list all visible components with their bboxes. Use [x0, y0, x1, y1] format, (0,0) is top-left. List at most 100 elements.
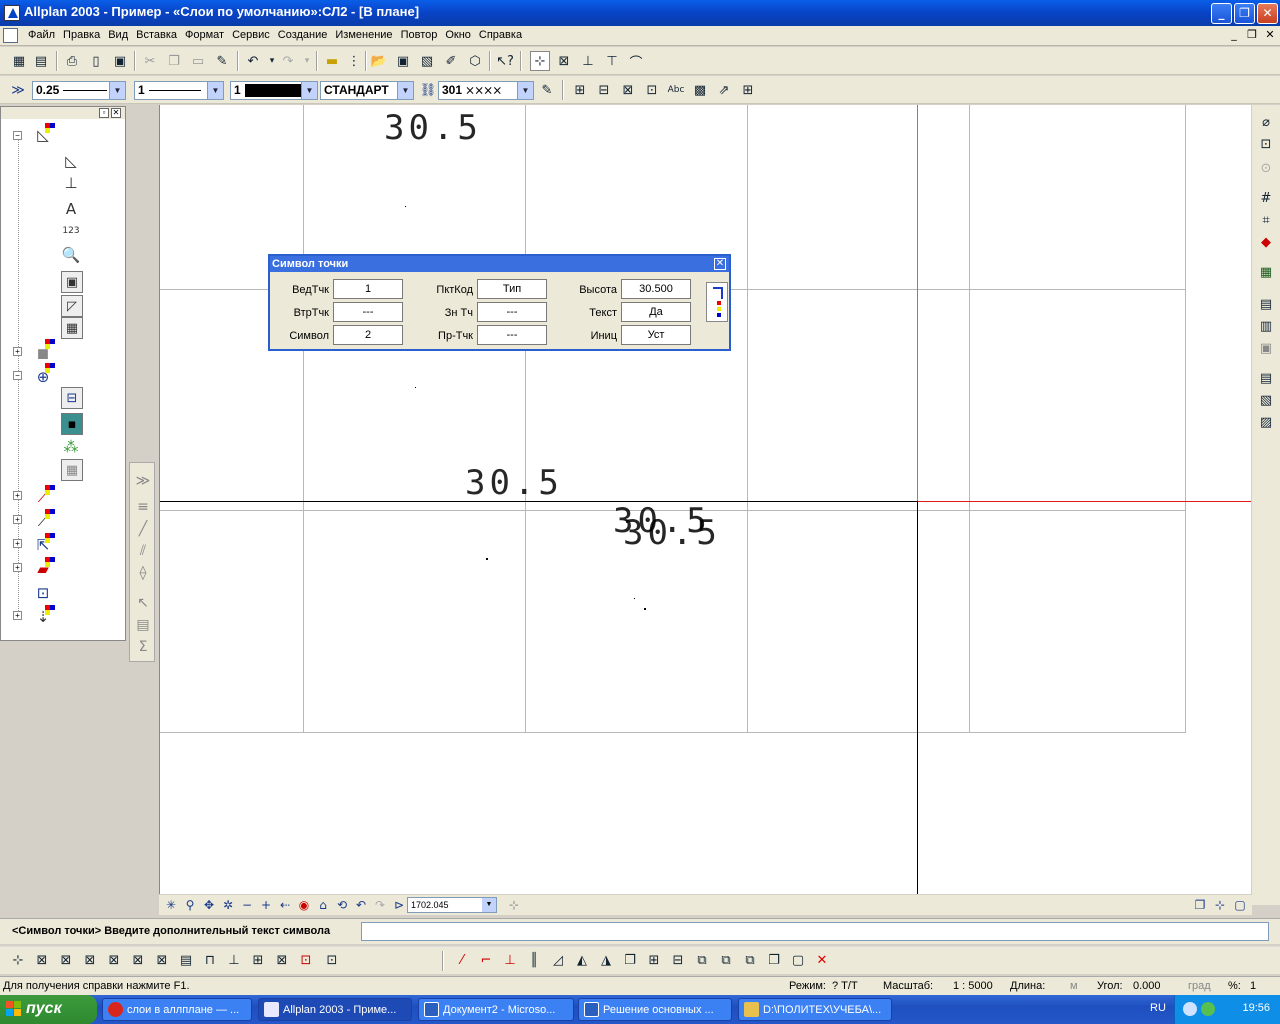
save-view-icon[interactable]: ⊳	[390, 896, 408, 914]
dialog-apply-button[interactable]	[706, 282, 728, 322]
redo-icon[interactable]: ↷	[278, 51, 298, 71]
grid-points-icon[interactable]: ⌗	[1256, 211, 1276, 231]
magnifier-icon[interactable]: 🔍	[61, 245, 81, 265]
dimension-delete-icon[interactable]: ⊞	[248, 951, 268, 971]
group-icon[interactable]: ⧉	[692, 951, 712, 971]
screen-icon[interactable]: ▣	[110, 51, 130, 71]
dialog-title[interactable]: Символ точки	[270, 256, 729, 272]
distort-tool-icon[interactable]: ⊠	[128, 951, 148, 971]
document-icon[interactable]	[3, 28, 18, 43]
text-edit-icon[interactable]: ▤	[176, 951, 196, 971]
network-icon[interactable]	[1201, 1002, 1215, 1016]
snap-toggle-icon[interactable]: ⌀	[1256, 113, 1276, 133]
help-pointer-icon[interactable]: ↖?	[495, 51, 515, 71]
text-icon[interactable]: A	[61, 199, 81, 219]
zoom-all-icon[interactable]: ✲	[219, 896, 237, 914]
plan-edit-icon[interactable]: ▧	[1256, 391, 1276, 411]
menu-edit[interactable]: Правка	[59, 26, 104, 46]
frame-module-icon[interactable]: ⊡	[33, 583, 53, 603]
doc-minimize-button[interactable]: _	[1226, 28, 1242, 42]
eraser-icon[interactable]: ◆	[1256, 233, 1276, 253]
format-painter-icon[interactable]: ✎	[212, 51, 232, 71]
link-icon[interactable]: ⛓	[418, 80, 438, 100]
tree-expand-toggle[interactable]: +	[13, 347, 22, 356]
menu-tools[interactable]: Сервис	[228, 26, 274, 46]
previous-view-icon[interactable]: ⇠	[276, 896, 294, 914]
rotate-tool-icon[interactable]: ⊠	[56, 951, 76, 971]
point-symbol-icon[interactable]: ▪	[61, 413, 83, 435]
menu-modify[interactable]: Изменение	[331, 26, 396, 46]
panel-float-button[interactable]: ▫	[99, 108, 109, 118]
diagonal-icon[interactable]: ◸	[61, 295, 83, 317]
prompt-input[interactable]	[361, 922, 1269, 941]
single-view-icon[interactable]: ▢	[1231, 896, 1249, 914]
point-sign-field[interactable]: ---	[477, 302, 547, 322]
menu-help[interactable]: Справка	[475, 26, 526, 46]
zoom-icon[interactable]: ⚲	[181, 896, 199, 914]
duplicate-icon[interactable]: ❐	[620, 951, 640, 971]
hatch-line-icon[interactable]: ⫽	[133, 541, 153, 561]
regenerate-icon[interactable]: ✳	[162, 896, 180, 914]
tree-expand-toggle[interactable]: +	[13, 515, 22, 524]
menu-create[interactable]: Создание	[274, 26, 332, 46]
divide-icon[interactable]: ║	[524, 951, 544, 971]
extend-icon[interactable]: ⌐	[476, 951, 496, 971]
hatch-icon[interactable]: ▩	[690, 80, 710, 100]
undo-view-icon[interactable]: ↶	[352, 896, 370, 914]
menu-window[interactable]: Окно	[441, 26, 475, 46]
snap-arc-icon[interactable]: ⌒	[626, 51, 646, 71]
move-tool-icon[interactable]: ⊹	[8, 951, 28, 971]
break-icon[interactable]: ⊥	[500, 951, 520, 971]
copy-tool-icon[interactable]: ⊠	[32, 951, 52, 971]
trim-icon[interactable]: ⁄	[452, 951, 472, 971]
ungroup-icon[interactable]: ⧉	[716, 951, 736, 971]
title-bar[interactable]: Allplan 2003 - Пример - «Слои по умолчан…	[0, 0, 1280, 26]
flip-icon[interactable]: ◮	[596, 951, 616, 971]
lead-point-field[interactable]: 1	[333, 279, 403, 299]
window-cascade-icon[interactable]: ❐	[1191, 896, 1209, 914]
snap-intersection-icon[interactable]: ⊠	[554, 51, 574, 71]
taskbar-item[interactable]: слои в аллплане — ...	[102, 998, 252, 1021]
layer-up-icon[interactable]: ⇗	[714, 80, 734, 100]
redo-view-icon[interactable]: ↷	[371, 896, 389, 914]
rotate-view-icon[interactable]: ⟲	[333, 896, 351, 914]
menu-view[interactable]: Вид	[104, 26, 132, 46]
folder-open-icon[interactable]: 📂	[369, 51, 389, 71]
transform-icon[interactable]: ⟠	[133, 563, 153, 583]
table-icon[interactable]: ▦	[61, 317, 83, 339]
convert-icon[interactable]: ⧉	[740, 951, 760, 971]
line-icon[interactable]: ╱	[133, 519, 153, 539]
doc-close-button[interactable]: ✕	[1262, 28, 1278, 42]
snap-point-icon[interactable]: ⊹	[530, 51, 550, 71]
zoom-out-icon[interactable]: −	[238, 896, 256, 914]
calculator-icon[interactable]: ▦	[1256, 263, 1276, 283]
paste-icon[interactable]: ▭	[188, 51, 208, 71]
pan-icon[interactable]: ✥	[200, 896, 218, 914]
select-icon[interactable]: ↖	[133, 593, 153, 613]
scale-tool-icon[interactable]: ⊠	[104, 951, 124, 971]
height-field[interactable]: 30.500	[621, 279, 691, 299]
save-icon[interactable]: ▣	[393, 51, 413, 71]
stop-icon[interactable]: ◉	[295, 896, 313, 914]
numbering-icon[interactable]: 123	[61, 221, 81, 241]
modify-format-icon[interactable]: ⊟	[594, 80, 614, 100]
text-field[interactable]: Да	[621, 302, 691, 322]
dimension-add-icon[interactable]: ⊥	[61, 173, 81, 193]
tree-expand-toggle[interactable]: +	[13, 563, 22, 572]
line-type-select[interactable]: 1 ▼	[134, 81, 224, 100]
taskbar-item[interactable]: Документ2 - Microso...	[418, 998, 574, 1021]
image-icon[interactable]: ▧	[417, 51, 437, 71]
cube-icon[interactable]: ⬡	[465, 51, 485, 71]
symbol-field[interactable]: 2	[333, 325, 403, 345]
maximize-button[interactable]: ❐	[1234, 3, 1255, 24]
layer-print-icon[interactable]: ▣	[1256, 339, 1276, 359]
list-icon[interactable]: ▤	[133, 615, 153, 635]
taskbar-item[interactable]: D:\ПОЛИТЕХ\УЧЕБА\...	[738, 998, 892, 1021]
init-field[interactable]: Уст	[621, 325, 691, 345]
point-grid-icon[interactable]: ⊟	[61, 387, 83, 409]
text-format-icon[interactable]: Abc	[666, 80, 686, 100]
panel-close-button[interactable]: ✕	[111, 108, 121, 118]
split-view-icon[interactable]: ⊹	[1211, 896, 1229, 914]
layer-window-icon[interactable]: ▤	[1256, 295, 1276, 315]
ruler-icon[interactable]: ▬	[322, 51, 342, 71]
